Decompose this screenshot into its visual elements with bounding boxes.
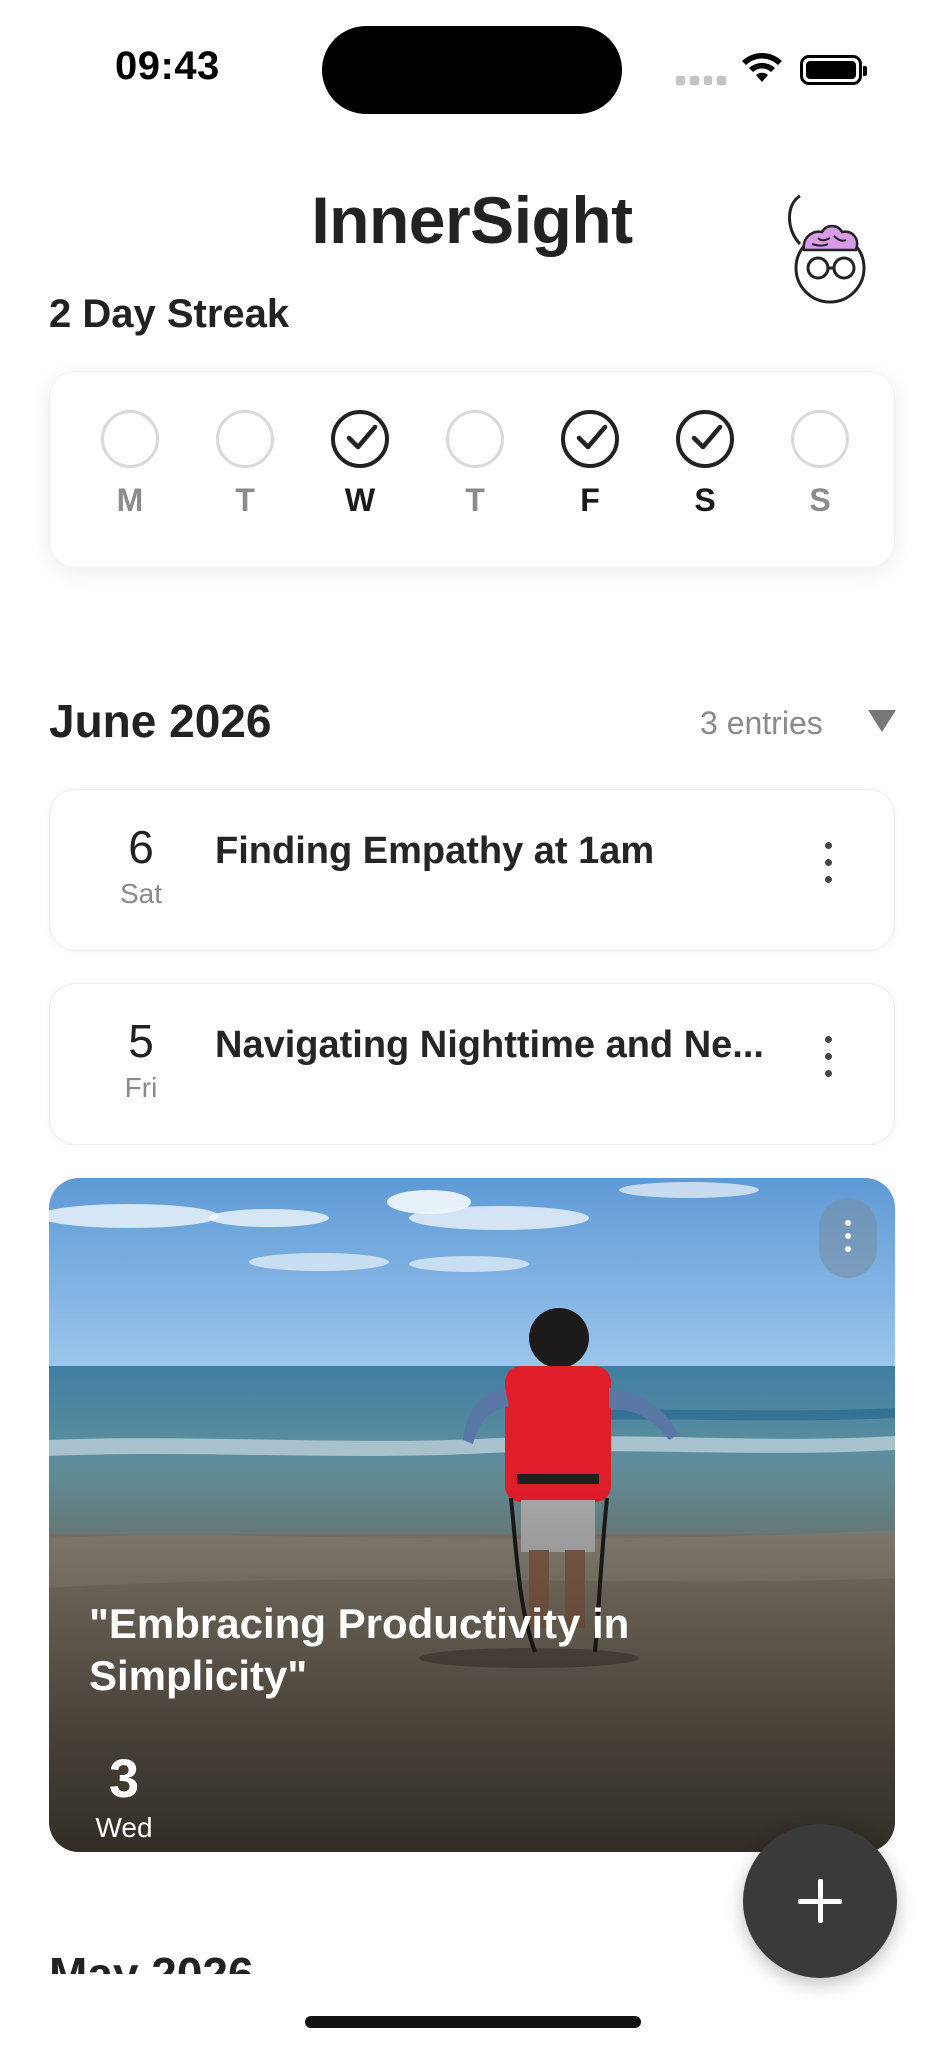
day-label: S	[809, 482, 831, 518]
empty-circle-icon	[446, 410, 504, 468]
day-label: F	[580, 482, 600, 518]
cellular-signal-icon	[676, 76, 726, 88]
day-label: T	[465, 482, 485, 518]
next-month-label: May 2026	[49, 1952, 254, 1974]
dynamic-island	[322, 26, 622, 114]
entry-date: 5 Fri	[96, 1018, 186, 1104]
more-options-icon[interactable]	[819, 1198, 877, 1278]
entry-day-number: 6	[128, 821, 154, 873]
day-tuesday: T	[205, 410, 285, 519]
next-month-title: May 2026	[49, 1952, 254, 1974]
photo-entry-date: 3 Wed	[89, 1752, 159, 1844]
entry-day-number: 3	[108, 1749, 140, 1809]
home-indicator[interactable]	[305, 2016, 641, 2028]
add-entry-button[interactable]	[743, 1824, 897, 1978]
checkmark-circle-icon	[561, 410, 619, 468]
day-label: M	[116, 482, 144, 518]
entry-date: 6 Sat	[96, 824, 186, 910]
status-time: 09:43	[115, 44, 220, 88]
journal-entry-card[interactable]: 6 Sat Finding Empathy at 1am	[49, 789, 895, 951]
month-title: June 2026	[49, 695, 272, 747]
day-label: S	[694, 482, 716, 518]
entry-weekday: Fri	[124, 1072, 158, 1103]
day-wednesday: W	[320, 410, 400, 519]
streak-title: 2 Day Streak	[49, 292, 290, 336]
entries-count: 3 entries	[700, 705, 823, 741]
battery-icon	[800, 55, 867, 85]
collapse-triangle-icon[interactable]	[868, 710, 896, 732]
entry-weekday: Wed	[95, 1812, 153, 1843]
day-label: W	[344, 482, 376, 518]
entry-weekday: Sat	[119, 878, 163, 909]
empty-circle-icon	[216, 410, 274, 468]
photo-entry-card[interactable]: "Embracing Productivity in Simplicity" 3…	[49, 1178, 895, 1852]
day-monday: M	[90, 410, 170, 519]
entry-day-number: 5	[128, 1015, 154, 1067]
photo-entry-title: "Embracing Productivity in Simplicity"	[89, 1600, 630, 1699]
checkmark-circle-icon	[676, 410, 734, 468]
day-thursday: T	[435, 410, 515, 519]
week-streak-card: M T W T F S S	[49, 371, 895, 568]
entry-title: Navigating Nighttime and Ne...	[215, 1024, 764, 1066]
wifi-icon	[742, 53, 782, 82]
day-label: T	[235, 482, 255, 518]
entry-title: Finding Empathy at 1am	[215, 830, 655, 872]
brain-glasses-icon[interactable]	[778, 190, 868, 310]
empty-circle-icon	[101, 410, 159, 468]
day-friday: F	[550, 410, 630, 519]
status-bar: 09:43	[0, 0, 944, 130]
journal-entry-card[interactable]: 5 Fri Navigating Nighttime and Ne...	[49, 983, 895, 1145]
more-options-icon[interactable]	[822, 842, 834, 902]
day-sunday: S	[780, 410, 860, 519]
checkmark-circle-icon	[331, 410, 389, 468]
beach-photo	[49, 1178, 895, 1852]
empty-circle-icon	[791, 410, 849, 468]
more-options-icon[interactable]	[822, 1036, 834, 1096]
day-saturday: S	[665, 410, 745, 519]
